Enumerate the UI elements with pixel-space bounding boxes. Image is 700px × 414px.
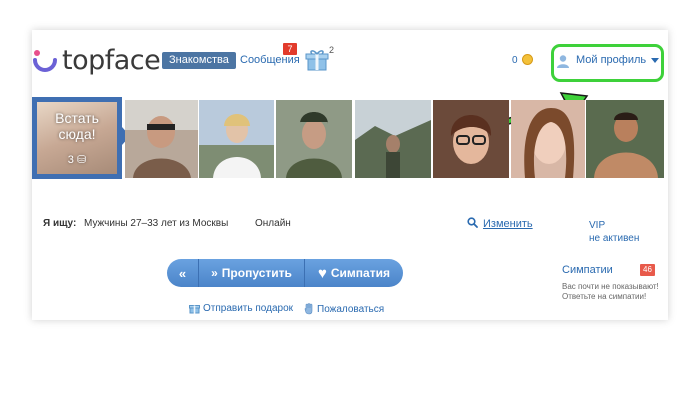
- get-featured-text: Встать сюда!: [55, 110, 99, 142]
- messages-count-badge: 7: [283, 43, 297, 55]
- search-icon[interactable]: [467, 217, 478, 228]
- logo-text: topface: [62, 44, 161, 76]
- hand-icon: [304, 303, 313, 315]
- send-gift-label: Отправить подарок: [203, 303, 294, 314]
- report-label: Пожаловаться: [317, 303, 385, 315]
- skip-button[interactable]: » Пропустить: [199, 259, 305, 287]
- like-button[interactable]: ♥ Симпатия: [305, 259, 403, 287]
- sympathies-hint: Вас почти не показывают! Ответьте на сим…: [562, 282, 659, 301]
- vip-status-link[interactable]: VIP не активен: [589, 219, 639, 245]
- user-photo-6[interactable]: [511, 100, 585, 178]
- user-photo-1[interactable]: [125, 100, 198, 178]
- like-label: Симпатия: [330, 266, 390, 280]
- gift-icon[interactable]: [305, 49, 329, 71]
- double-chevron-left-icon: «: [178, 265, 187, 281]
- photo-strip: Встать сюда! 3 ⛁: [32, 97, 668, 179]
- nav-dating-tab[interactable]: Знакомства: [162, 52, 236, 69]
- user-photo-3[interactable]: [276, 100, 352, 178]
- logo-icon: [33, 50, 57, 72]
- search-criteria-label: Я ищу:: [43, 218, 77, 229]
- sympathies-title[interactable]: Симпатии: [562, 264, 613, 276]
- get-featured-price: 3 ⛁: [67, 154, 87, 166]
- user-icon: [557, 55, 569, 68]
- user-photo-7[interactable]: [586, 100, 664, 178]
- vip-status: не активен: [589, 233, 640, 244]
- gifts-count: 2: [329, 45, 335, 55]
- my-profile-link[interactable]: Мой профиль: [576, 54, 646, 66]
- heart-icon: ♥: [317, 264, 327, 282]
- vip-title: VIP: [589, 220, 606, 231]
- search-criteria-value: Мужчины 27–33 лет из Москвы: [84, 218, 229, 229]
- online-filter[interactable]: Онлайн: [255, 218, 291, 229]
- skip-label: Пропустить: [221, 266, 292, 280]
- get-featured-tile[interactable]: Встать сюда! 3 ⛁: [32, 97, 122, 179]
- double-chevron-right-icon: »: [211, 266, 218, 280]
- sympathies-count-badge: 46: [640, 264, 655, 276]
- coin-icon: [522, 54, 533, 65]
- small-gift-icon: [189, 305, 200, 314]
- change-search-link[interactable]: Изменить: [483, 218, 533, 230]
- user-photo-2[interactable]: [199, 100, 274, 178]
- back-button[interactable]: «: [167, 259, 199, 287]
- action-bar: « » Пропустить ♥ Симпатия: [167, 259, 403, 287]
- main-card: topface Знакомства Сообщения 7 2 0 Мой п…: [32, 30, 668, 320]
- user-photo-5[interactable]: [433, 100, 509, 178]
- topface-logo[interactable]: topface: [32, 42, 161, 78]
- chevron-down-icon[interactable]: [651, 58, 659, 63]
- user-photo-4[interactable]: [355, 100, 431, 178]
- send-gift-link[interactable]: Отправить подарок: [189, 303, 293, 314]
- coins-stack-icon: ⛁: [76, 154, 87, 166]
- report-link[interactable]: Пожаловаться: [304, 303, 384, 315]
- coins-count[interactable]: 0: [512, 55, 518, 66]
- nav-messages-link[interactable]: Сообщения: [240, 54, 300, 66]
- own-photo: Встать сюда! 3 ⛁: [37, 102, 117, 174]
